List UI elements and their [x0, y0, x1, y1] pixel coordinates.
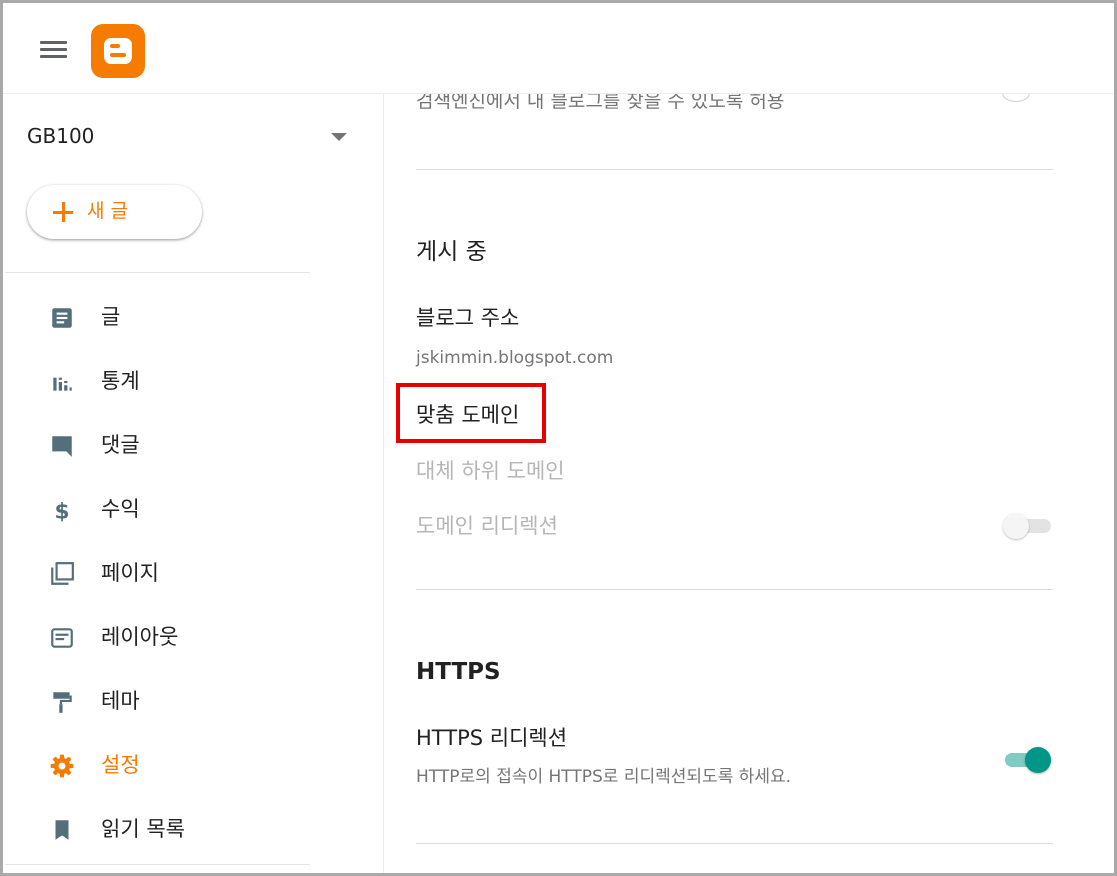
plus-icon: [53, 202, 73, 222]
app-window: GB100 새 글 글 통계 댓글 $ 수익 페이지 레이아웃 테마 설정 읽기…: [0, 0, 1117, 876]
sidebar-item-layout[interactable]: 레이아웃: [3, 612, 333, 662]
dropdown-caret-icon: [331, 133, 347, 141]
comments-icon: [52, 436, 72, 457]
sidebar-item-stats[interactable]: 통계: [3, 356, 333, 406]
sidebar-item-comments[interactable]: 댓글: [3, 420, 333, 470]
https-section-title: HTTPS: [416, 659, 501, 685]
blog-name: GB100: [27, 124, 95, 148]
new-post-button[interactable]: 새 글: [27, 185, 202, 239]
blog-address-value: jskimmin.blogspot.com: [416, 348, 614, 368]
sidebar-item-reading-list[interactable]: 읽기 목록: [3, 804, 333, 854]
stats-icon: [53, 377, 72, 391]
domain-redirect-toggle[interactable]: [1003, 511, 1053, 541]
svg-text:$: $: [54, 500, 69, 523]
pages-icon: [51, 562, 74, 585]
settings-panel: 검색엔진에서 내 블로그를 찾을 수 있도록 허용 게시 중 블로그 주소 js…: [384, 94, 1114, 873]
sidebar-item-label: 페이지: [101, 561, 159, 585]
search-visibility-toggle[interactable]: [1002, 94, 1030, 102]
sidebar: GB100 새 글 글 통계 댓글 $ 수익 페이지 레이아웃 테마 설정 읽기…: [3, 94, 384, 873]
highlight-annotation: [396, 383, 546, 443]
reading-list-icon: [55, 820, 69, 840]
fallback-subdomain-label: 대체 하위 도메인: [416, 459, 565, 483]
blogger-logo-icon[interactable]: [91, 24, 145, 78]
sidebar-divider: [5, 272, 310, 273]
top-bar: [3, 3, 1114, 94]
new-post-label: 새 글: [87, 200, 128, 222]
sidebar-item-label: 설정: [101, 753, 140, 777]
sidebar-item-label: 글: [101, 305, 121, 329]
layout-icon: [51, 628, 73, 648]
sidebar-item-label: 레이아웃: [101, 625, 179, 649]
section-divider: [416, 589, 1053, 590]
https-redirect-label[interactable]: HTTPS 리디렉션: [416, 723, 567, 753]
sidebar-item-label: 테마: [101, 689, 140, 713]
section-divider: [416, 843, 1053, 844]
section-divider: [416, 169, 1053, 170]
publishing-section-title: 게시 중: [416, 239, 487, 265]
earnings-icon: $: [54, 500, 69, 523]
posts-icon: [52, 308, 72, 328]
sidebar-item-settings[interactable]: 설정: [3, 740, 333, 790]
hamburger-menu-icon[interactable]: [40, 39, 68, 61]
https-redirect-toggle[interactable]: [1003, 745, 1053, 775]
search-visibility-label: 검색엔진에서 내 블로그를 찾을 수 있도록 허용: [416, 94, 785, 112]
sidebar-item-label: 수익: [101, 497, 140, 521]
sidebar-item-posts[interactable]: 글: [3, 292, 333, 342]
theme-icon: [53, 692, 72, 713]
sidebar-item-label: 통계: [101, 369, 140, 393]
sidebar-item-theme[interactable]: 테마: [3, 676, 333, 726]
sidebar-divider: [5, 864, 310, 865]
blog-selector[interactable]: GB100: [27, 122, 357, 154]
domain-redirect-label: 도메인 리디렉션: [416, 514, 558, 538]
sidebar-item-earnings[interactable]: $ 수익: [3, 484, 333, 534]
blog-address-label[interactable]: 블로그 주소: [416, 303, 519, 333]
sidebar-item-label: 읽기 목록: [101, 817, 185, 841]
https-redirect-description: HTTP로의 접속이 HTTPS로 리디렉션되도록 하세요.: [416, 767, 792, 787]
settings-icon: [50, 754, 74, 778]
sidebar-item-label: 댓글: [101, 433, 140, 457]
sidebar-item-pages[interactable]: 페이지: [3, 548, 333, 598]
